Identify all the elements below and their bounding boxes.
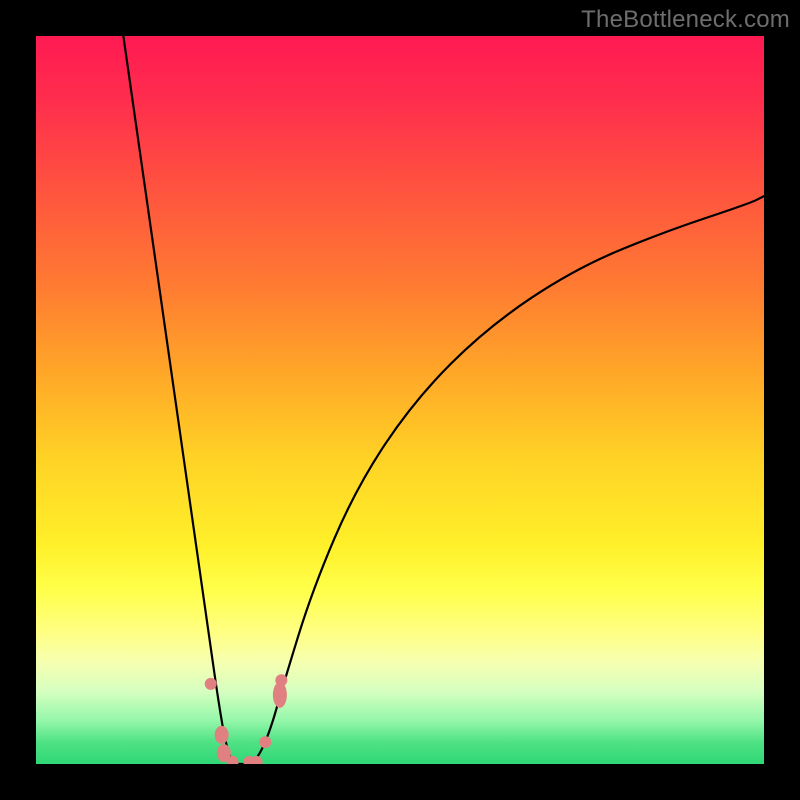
curve-left-branch	[123, 36, 239, 764]
trough-marker	[205, 678, 217, 690]
plot-area	[36, 36, 764, 764]
chart-frame: TheBottleneck.com	[0, 0, 800, 800]
plot-svg	[36, 36, 764, 764]
attribution-text: TheBottleneck.com	[581, 6, 790, 34]
curve-right-branch	[240, 196, 764, 764]
trough-marker	[275, 674, 287, 686]
trough-marker	[259, 736, 271, 748]
trough-marker	[215, 726, 229, 744]
